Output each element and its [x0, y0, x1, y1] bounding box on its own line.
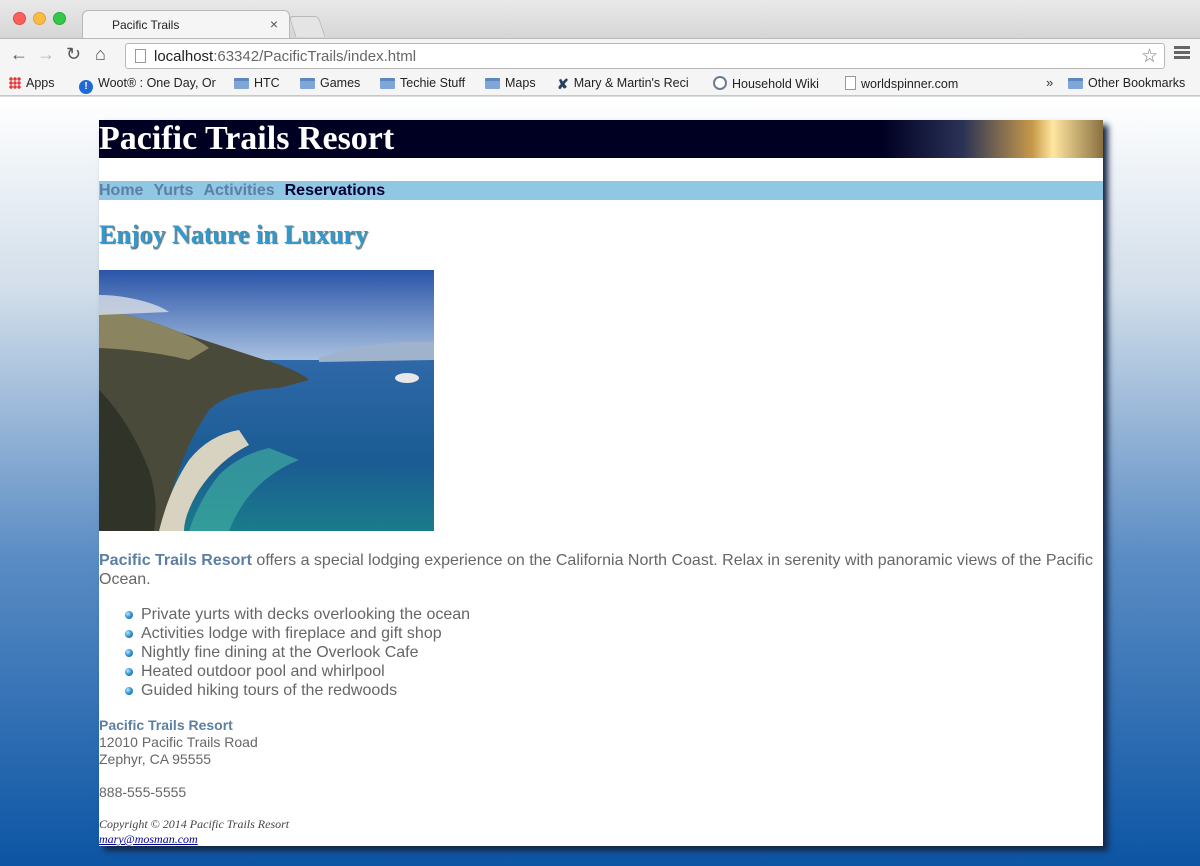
browser-tab[interactable]: Pacific Trails ×: [82, 10, 290, 39]
list-item: Nightly fine dining at the Overlook Cafe: [99, 643, 470, 662]
forward-arrow-icon[interactable]: →: [37, 44, 55, 64]
page-viewport: Pacific Trails Resort Home Yurts Activit…: [0, 97, 1200, 866]
feature-list: Private yurts with decks overlooking the…: [99, 605, 470, 700]
folder-icon: [485, 78, 500, 89]
list-item: Activities lodge with fireplace and gift…: [99, 624, 470, 643]
new-tab-button[interactable]: [288, 16, 326, 37]
bookmark-recipes[interactable]: ✘ Mary & Martin's Reci: [557, 76, 689, 93]
browser-toolbar: ← → ↻ ⌂ localhost:63342/PacificTrails/in…: [0, 38, 1200, 72]
bullet-icon: [125, 687, 133, 695]
reload-icon[interactable]: ↻: [66, 44, 81, 64]
bullet-icon: [125, 668, 133, 676]
home-icon[interactable]: ⌂: [95, 44, 106, 64]
bullet-icon: [125, 611, 133, 619]
bookmark-woot[interactable]: ! Woot® : One Day, Or: [79, 76, 216, 94]
nav-activities-link[interactable]: Activities: [203, 181, 274, 200]
list-item: Guided hiking tours of the redwoods: [99, 681, 470, 700]
menu-icon[interactable]: [1174, 46, 1190, 60]
folder-icon: [300, 78, 315, 89]
page-wrapper: Pacific Trails Resort Home Yurts Activit…: [99, 120, 1103, 846]
folder-icon: [380, 78, 395, 89]
main-nav: Home Yurts Activities Reservations: [99, 181, 1103, 200]
minimize-window-button[interactable]: [33, 12, 46, 25]
copyright-text: Copyright © 2014 Pacific Trails Resort: [99, 817, 290, 831]
page-heading: Enjoy Nature in Luxury: [99, 220, 368, 249]
bookmark-htc[interactable]: HTC: [234, 76, 280, 90]
back-arrow-icon[interactable]: ←: [10, 44, 28, 64]
bookmarks-overflow-icon[interactable]: »: [1046, 75, 1053, 90]
nav-yurts-link[interactable]: Yurts: [153, 181, 193, 200]
contact-name: Pacific Trails Resort: [99, 717, 233, 733]
address-bar[interactable]: localhost:63342/PacificTrails/index.html…: [125, 43, 1165, 69]
bookmark-household-wiki[interactable]: Household Wiki: [713, 76, 819, 91]
intro-brand-name: Pacific Trails Resort: [99, 552, 252, 569]
bookmark-maps[interactable]: Maps: [485, 76, 536, 90]
folder-icon: [234, 78, 249, 89]
bookmark-worldspinner[interactable]: worldspinner.com: [845, 76, 958, 91]
bookmarks-bar: Apps ! Woot® : One Day, Or HTC Games Tech…: [0, 72, 1200, 96]
nav-home-link[interactable]: Home: [99, 181, 143, 200]
household-wiki-icon: [713, 76, 727, 90]
folder-icon: [1068, 78, 1083, 89]
page-icon: [845, 76, 856, 90]
page-icon: [135, 49, 146, 63]
bookmark-games[interactable]: Games: [300, 76, 360, 90]
page-footer: Copyright © 2014 Pacific Trails Resort m…: [99, 817, 289, 847]
contact-address: Pacific Trails Resort 12010 Pacific Trai…: [99, 717, 258, 768]
bookmark-techie-stuff[interactable]: Techie Stuff: [380, 76, 465, 90]
tab-title: Pacific Trails: [112, 18, 180, 32]
nav-reservations-link[interactable]: Reservations: [285, 181, 386, 200]
close-window-button[interactable]: [13, 12, 26, 25]
coast-photo: [99, 270, 434, 531]
contact-city: Zephyr, CA 95555: [99, 751, 212, 767]
bookmark-star-icon[interactable]: ☆: [1141, 45, 1158, 68]
bullet-icon: [125, 630, 133, 638]
apps-icon: [9, 77, 21, 89]
list-item: Private yurts with decks overlooking the…: [99, 605, 470, 624]
zoom-window-button[interactable]: [53, 12, 66, 25]
contact-phone: 888-555-5555: [99, 784, 187, 800]
bookmark-apps[interactable]: Apps: [9, 76, 55, 90]
url-text[interactable]: localhost:63342/PacificTrails/index.html: [154, 48, 416, 65]
tab-close-icon[interactable]: ×: [270, 16, 278, 32]
browser-titlebar: Pacific Trails ×: [0, 0, 1200, 39]
email-link[interactable]: mary@mosman.com: [99, 832, 289, 847]
bookmark-other[interactable]: Other Bookmarks: [1068, 76, 1185, 90]
intro-paragraph: Pacific Trails Resort offers a special l…: [99, 551, 1099, 589]
bullet-icon: [125, 649, 133, 657]
woot-icon: !: [79, 80, 93, 94]
recipes-icon: ✘: [557, 76, 569, 92]
list-item: Heated outdoor pool and whirlpool: [99, 662, 470, 681]
site-title: Pacific Trails Resort: [99, 120, 395, 157]
site-header: Pacific Trails Resort: [99, 120, 1103, 158]
contact-street: 12010 Pacific Trails Road: [99, 734, 258, 750]
